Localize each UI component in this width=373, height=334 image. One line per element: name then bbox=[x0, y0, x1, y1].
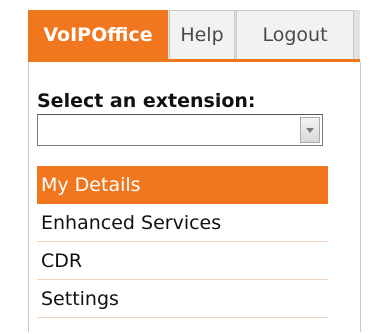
tab-bar: VoIPOffice Help Logout bbox=[28, 10, 360, 62]
side-panel: Select an extension: My Details Enhanced… bbox=[28, 62, 361, 332]
extension-select[interactable] bbox=[37, 114, 323, 146]
chevron-down-icon bbox=[306, 127, 314, 133]
tab-voipoffice[interactable]: VoIPOffice bbox=[28, 10, 168, 59]
menu-item-settings[interactable]: Settings bbox=[37, 280, 328, 318]
nav-menu: My Details Enhanced Services CDR Setting… bbox=[37, 166, 328, 318]
tab-logout[interactable]: Logout bbox=[236, 10, 354, 59]
menu-item-cdr[interactable]: CDR bbox=[37, 242, 328, 280]
app-window: VoIPOffice Help Logout Select an extensi… bbox=[0, 0, 373, 334]
tab-help[interactable]: Help bbox=[169, 10, 235, 59]
dropdown-button[interactable] bbox=[300, 117, 320, 143]
menu-item-my-details[interactable]: My Details bbox=[37, 166, 328, 204]
menu-item-enhanced-services[interactable]: Enhanced Services bbox=[37, 204, 328, 242]
extension-select-label: Select an extension: bbox=[37, 90, 256, 112]
